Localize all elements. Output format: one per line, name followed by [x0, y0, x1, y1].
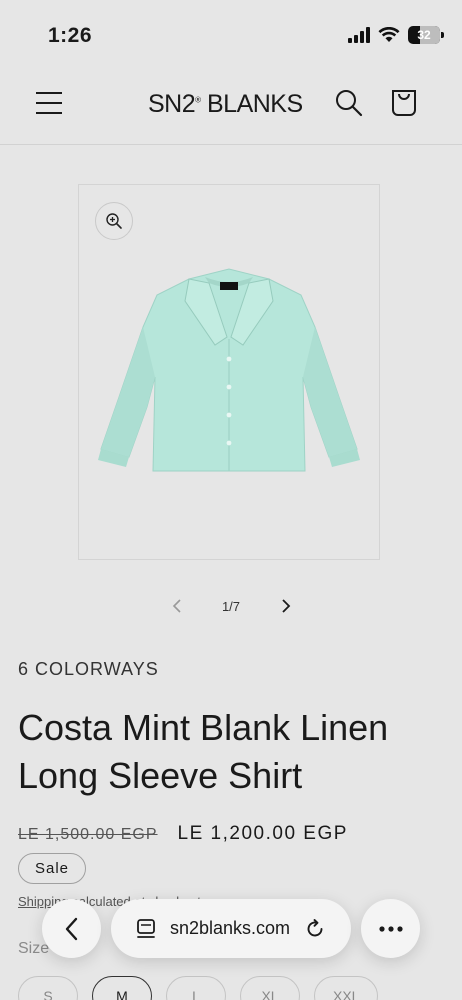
status-time: 1:26 — [48, 24, 93, 47]
size-selector: S M L XL XXL — [18, 976, 379, 1000]
url-text: sn2blanks.com — [169, 918, 291, 938]
back-button[interactable] — [42, 899, 101, 958]
battery-icon: 32 — [408, 26, 444, 44]
logo-mark: ® — [195, 95, 201, 105]
product-title: Costa Mint Blank Linen Long Sleeve Shirt — [18, 707, 389, 796]
size-option-xl[interactable]: XL — [240, 976, 300, 1000]
regular-price: LE 1,500.00 EGP — [18, 826, 158, 843]
zoom-button[interactable] — [95, 202, 133, 240]
slide-counter: 1/7 — [221, 599, 241, 614]
cart-icon[interactable] — [389, 86, 419, 118]
chevron-right-icon[interactable] — [276, 596, 296, 616]
wifi-icon — [378, 27, 400, 42]
site-logo[interactable]: SN2® BLANKS — [148, 90, 303, 119]
battery-level: 32 — [417, 28, 431, 42]
more-options-button[interactable] — [361, 899, 420, 958]
cellular-signal-icon — [348, 27, 370, 43]
browser-toolbar: sn2blanks.com — [0, 899, 462, 959]
gallery-pager: 1/7 — [0, 596, 462, 618]
logo-text: SN2 — [148, 90, 196, 118]
product-image[interactable] — [89, 257, 369, 497]
size-option-s[interactable]: S — [18, 976, 78, 1000]
reload-icon[interactable] — [304, 918, 326, 940]
search-icon[interactable] — [334, 88, 364, 118]
logo-text-rest: BLANKS — [207, 90, 303, 118]
sale-badge: Sale — [18, 853, 87, 884]
colorways-label: 6 COLORWAYS — [18, 659, 159, 679]
status-icons: 32 — [348, 26, 444, 44]
product-gallery[interactable] — [78, 184, 380, 560]
chevron-left-icon — [65, 917, 77, 940]
size-option-m[interactable]: M — [92, 976, 152, 1000]
address-bar[interactable]: sn2blanks.com — [111, 899, 351, 958]
zoom-in-icon — [106, 213, 122, 229]
chevron-left-icon[interactable] — [168, 596, 188, 616]
sale-price: LE 1,200.00 EGP — [177, 823, 348, 844]
size-option-l[interactable]: L — [166, 976, 226, 1000]
size-option-xxl[interactable]: XXL — [314, 976, 379, 1000]
site-header: SN2® BLANKS — [0, 70, 462, 145]
more-icon — [378, 925, 403, 932]
menu-icon[interactable] — [36, 92, 62, 114]
status-bar: 1:26 32 — [0, 0, 462, 70]
tabs-icon — [137, 918, 155, 938]
price-row: LE 1,500.00 EGP LE 1,200.00 EGP — [18, 823, 348, 845]
